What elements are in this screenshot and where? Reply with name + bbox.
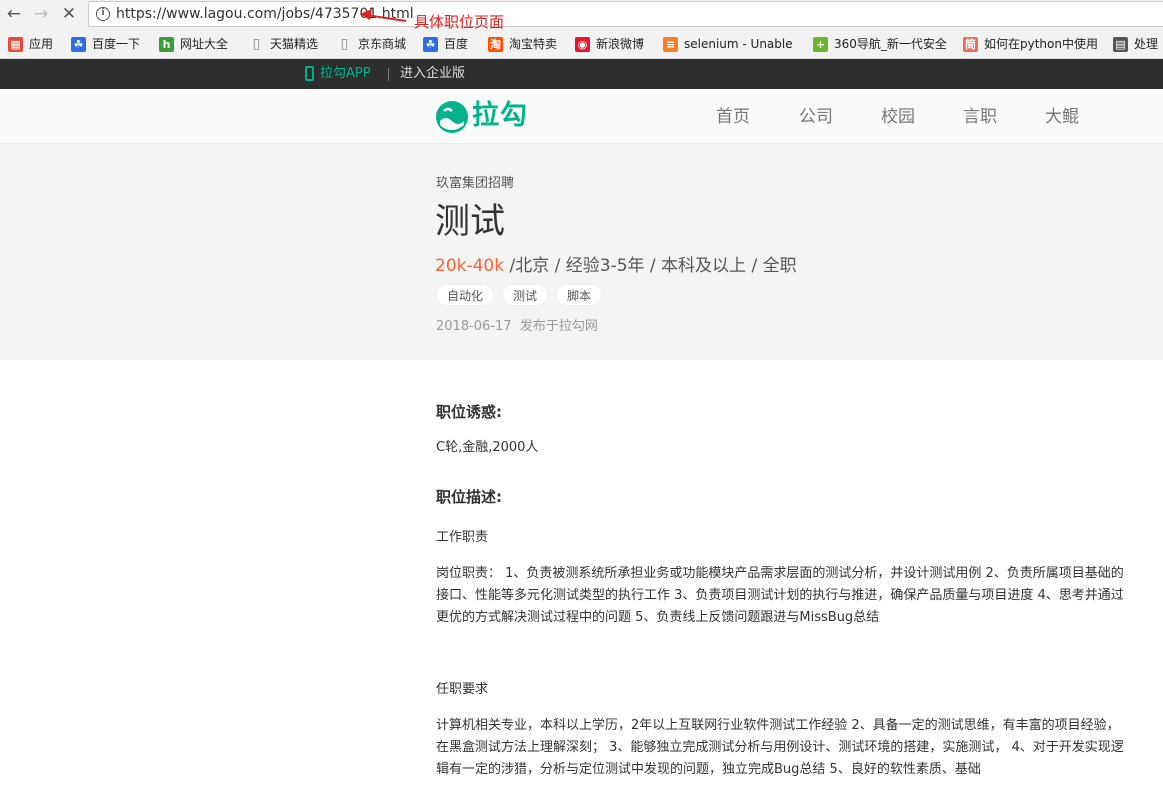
jianshu-icon: 简 bbox=[963, 36, 978, 52]
job-tags: 自动化 测试 脚本 bbox=[436, 284, 610, 306]
bookmark-label: 天猫精选 bbox=[270, 37, 319, 51]
duties-text: 岗位职责： 1、负责被测系统所承担业务或功能模块产品需求层面的测试分析，并设计测… bbox=[436, 566, 1124, 625]
requirements-text: 计算机相关专业，本科以上学历，2年以上互联网行业软件测试工作经验 2、具备一定的… bbox=[436, 718, 1124, 777]
site-top-strip: 拉勾APP 进入企业版 bbox=[0, 59, 1163, 89]
description-title: 职位描述: bbox=[436, 488, 502, 506]
page-icon: ▯ bbox=[340, 35, 349, 52]
job-tag[interactable]: 自动化 bbox=[436, 284, 495, 306]
bookmarks-bar: ▦ 应用 ☘ 百度一下 h 网址大全 ▯ 天猫精选 ▯ 京东商城 ☘ 百度 淘淘宝特卖 ◉ 新浪微博 ≡ sel… bbox=[0, 29, 1163, 59]
nav-dakun[interactable]: 大鲲 bbox=[1045, 105, 1079, 129]
bookmark-label: 百度一下 bbox=[92, 37, 141, 51]
baidu-paw-icon: ☘ bbox=[423, 36, 438, 52]
baidu-paw-icon: ☘ bbox=[71, 36, 86, 52]
hao123-icon: h bbox=[159, 36, 174, 52]
stackoverflow-icon: ≡ bbox=[663, 36, 678, 52]
bookmark-item[interactable]: 简如何在python中使用 bbox=[963, 35, 1098, 53]
360-icon: + bbox=[813, 36, 828, 52]
bookmark-label: 处理 bbox=[1134, 37, 1159, 51]
stop-loading-icon[interactable]: ✕ bbox=[58, 3, 80, 25]
app-download-link[interactable]: 拉勾APP bbox=[320, 65, 371, 83]
bookmark-item[interactable]: ☘ 百度一下 bbox=[71, 35, 140, 53]
browser-address-bar: ← → ✕ i https://www.lagou.com/jobs/47357… bbox=[0, 0, 1163, 31]
apps-grid-icon: ▦ bbox=[8, 36, 23, 52]
job-requirements-line: 20k-40k /北京 / 经验3-5年 / 本科及以上 / 全职 bbox=[435, 254, 797, 278]
job-title: 测试 bbox=[435, 202, 506, 242]
publish-date: 2018-06-17 bbox=[436, 319, 512, 334]
salary: 20k-40k bbox=[435, 256, 505, 276]
bookmark-item[interactable]: ▦ 应用 bbox=[8, 35, 53, 53]
nav-company[interactable]: 公司 bbox=[799, 105, 833, 129]
bookmark-label: 应用 bbox=[29, 37, 54, 51]
bookmark-item[interactable]: +360导航_新一代安全 bbox=[813, 35, 947, 53]
enterprise-link[interactable]: 进入企业版 bbox=[400, 65, 465, 83]
bookmark-item[interactable]: h 网址大全 bbox=[159, 35, 228, 53]
book-icon: ▤ bbox=[1113, 36, 1128, 52]
bookmark-item[interactable]: ☘ 百度 bbox=[423, 35, 468, 53]
advantage-title: 职位诱惑: bbox=[436, 403, 502, 421]
site-header: 拉勾 首页 公司 校园 言职 大鲲 bbox=[0, 89, 1163, 144]
logo-text[interactable]: 拉勾 bbox=[472, 99, 528, 133]
url-omnibox[interactable]: i https://www.lagou.com/jobs/4735701.htm… bbox=[88, 1, 1163, 27]
bookmark-item[interactable]: 淘淘宝特卖 bbox=[488, 35, 557, 53]
annotation-arrow-icon bbox=[360, 9, 407, 22]
nav-campus[interactable]: 校园 bbox=[881, 105, 915, 129]
job-requirements: /北京 / 经验3-5年 / 本科及以上 / 全职 bbox=[504, 256, 797, 276]
advantage-text: C轮,金融,2000人 bbox=[436, 440, 539, 455]
bookmark-label: selenium - Unable bbox=[684, 37, 793, 51]
bookmark-item[interactable]: ▯ 天猫精选 bbox=[249, 35, 318, 53]
duties-heading: 工作职责 bbox=[436, 530, 489, 545]
bookmark-label: 360导航_新一代安全 bbox=[834, 37, 947, 51]
publish-info: 2018-06-17 发布于拉勾网 bbox=[436, 318, 598, 336]
page-icon: ▯ bbox=[252, 35, 261, 52]
bookmark-label: 新浪微博 bbox=[596, 37, 645, 51]
publish-source: 发布于拉勾网 bbox=[519, 319, 598, 334]
forward-arrow-icon[interactable]: → bbox=[30, 3, 52, 25]
bookmark-item[interactable]: ≡ selenium - Unable bbox=[663, 35, 793, 53]
taobao-icon: 淘 bbox=[488, 36, 503, 52]
bookmark-item[interactable]: ◉ 新浪微博 bbox=[575, 35, 644, 53]
weibo-icon: ◉ bbox=[575, 36, 590, 52]
bookmark-label: 网址大全 bbox=[180, 37, 229, 51]
company-line[interactable]: 玖富集团招聘 bbox=[436, 175, 514, 193]
nav-home[interactable]: 首页 bbox=[716, 105, 750, 129]
nav-yanzhi[interactable]: 言职 bbox=[963, 105, 997, 129]
job-banner: 玖富集团招聘 测试 20k-40k /北京 / 经验3-5年 / 本科及以上 /… bbox=[0, 144, 1163, 360]
bookmark-label: 如何在python中使用 bbox=[984, 37, 1098, 51]
strip-divider bbox=[388, 68, 389, 81]
bookmark-item[interactable]: ▯ 京东商城 bbox=[337, 35, 406, 53]
lagou-logo-icon[interactable] bbox=[435, 100, 469, 134]
job-tag[interactable]: 脚本 bbox=[556, 284, 603, 306]
site-info-icon[interactable]: i bbox=[96, 7, 110, 21]
job-tag[interactable]: 测试 bbox=[502, 284, 549, 306]
bookmark-label: 淘宝特卖 bbox=[509, 37, 558, 51]
bookmark-item[interactable]: ▤ 处理 bbox=[1113, 35, 1158, 53]
bookmark-label: 京东商城 bbox=[358, 37, 407, 51]
back-arrow-icon[interactable]: ← bbox=[3, 3, 25, 25]
phone-icon bbox=[305, 66, 314, 81]
bookmark-label: 百度 bbox=[444, 37, 469, 51]
requirements-heading: 任职要求 bbox=[436, 682, 489, 697]
